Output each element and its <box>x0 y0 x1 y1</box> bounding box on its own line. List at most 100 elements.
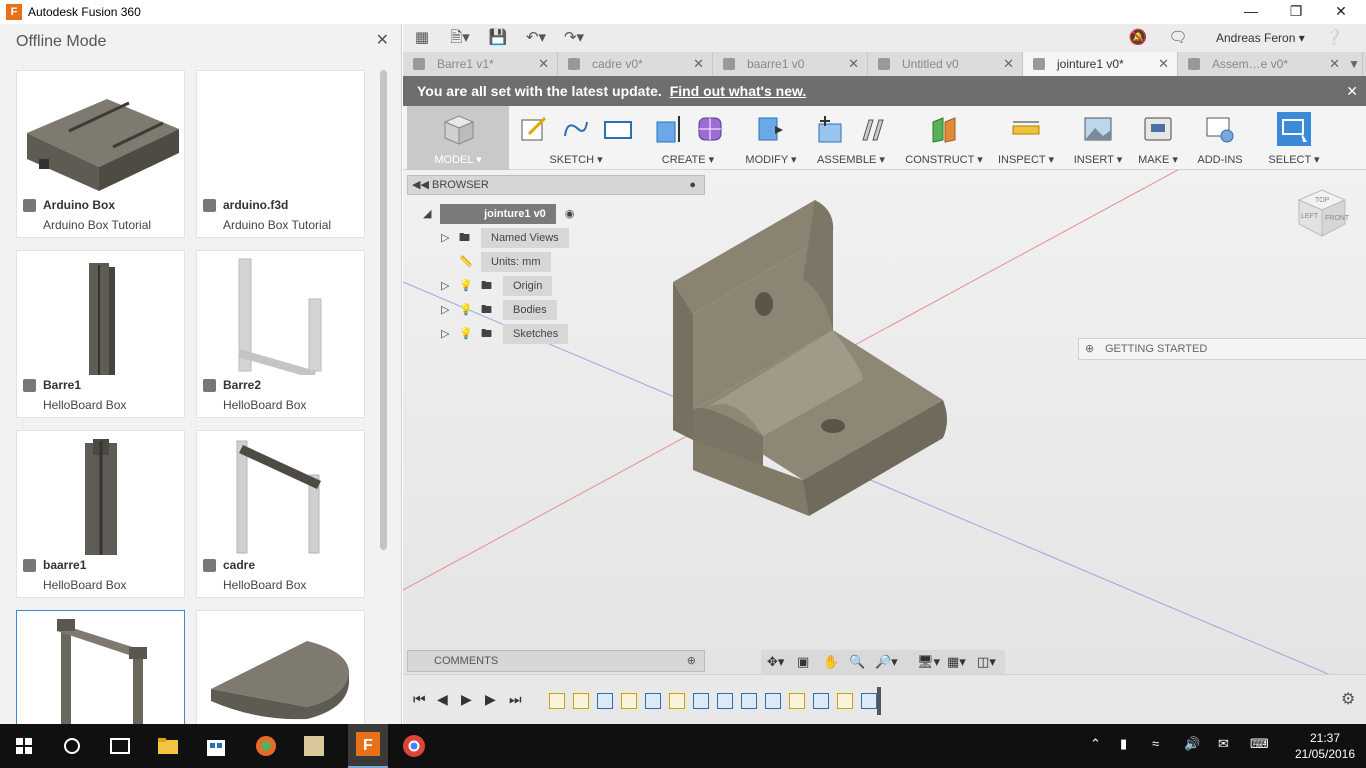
timeline-fillet-feature[interactable] <box>717 693 733 709</box>
offset-plane-icon[interactable] <box>929 114 959 144</box>
play-icon[interactable]: ▶ <box>461 691 472 708</box>
timeline-fillet-feature[interactable] <box>741 693 757 709</box>
timeline-settings-gear-icon[interactable]: ⚙ <box>1341 689 1355 709</box>
fusion-taskbar-button[interactable]: F <box>348 724 388 768</box>
timeline-extrude-feature[interactable] <box>597 693 613 709</box>
volume-icon[interactable]: 🔊 <box>1184 736 1200 752</box>
tab-untitled[interactable]: Untitled v0 ✕ <box>868 52 1023 76</box>
chrome-icon[interactable] <box>400 732 428 760</box>
browser-node-named-views[interactable]: ▷ 🖿 Named Views <box>441 228 569 248</box>
expand-arrow-icon[interactable]: ▷ <box>441 300 459 320</box>
close-banner-icon[interactable]: ✕ <box>1346 76 1358 106</box>
paint-app-icon[interactable] <box>252 732 280 760</box>
browser-pin-icon[interactable]: ● <box>689 176 696 194</box>
create-sketch-icon[interactable] <box>519 114 549 144</box>
user-menu[interactable]: Andreas Feron ▾ <box>1216 31 1305 45</box>
modify-menu[interactable]: MODIFY ▾ <box>739 106 803 170</box>
undo-icon[interactable]: ↶▾ <box>523 27 549 49</box>
design-card-selected[interactable] <box>16 610 185 724</box>
comments-panel[interactable]: COMMENTS ⊕ <box>407 650 705 672</box>
design-card[interactable] <box>196 610 365 724</box>
comments-icon[interactable]: 🗨 <box>1165 27 1191 49</box>
tab-jointure1[interactable]: jointure1 v0* ✕ <box>1023 52 1178 76</box>
windows-start-icon[interactable] <box>10 732 38 760</box>
getting-started-panel[interactable]: ⊕ GETTING STARTED <box>1078 338 1366 360</box>
viewports-icon[interactable]: ◫▾ <box>977 654 996 670</box>
select-menu[interactable]: SELECT ▾ <box>1265 106 1323 170</box>
data-panel-scrollbar[interactable] <box>380 70 387 550</box>
timeline-sketch-feature[interactable] <box>621 693 637 709</box>
help-icon[interactable]: ❔ <box>1321 27 1347 49</box>
form-icon[interactable] <box>695 114 725 144</box>
timeline-sketch-feature[interactable] <box>837 693 853 709</box>
zoom-icon[interactable]: 🔍 <box>849 654 865 670</box>
add-ins-menu[interactable]: ADD-INS <box>1193 106 1247 170</box>
close-tab-icon[interactable]: ✕ <box>848 52 859 76</box>
pan-icon[interactable]: ✋ <box>823 654 839 670</box>
tab-barre1[interactable]: Barre1 v1* ✕ <box>403 52 558 76</box>
close-panel-icon[interactable]: ✕ <box>376 30 389 50</box>
visibility-bulb-icon[interactable]: 💡 <box>459 300 481 320</box>
restore-button[interactable]: ❐ <box>1273 0 1319 24</box>
tab-baarre1[interactable]: baarre1 v0 ✕ <box>713 52 868 76</box>
insert-menu[interactable]: INSERT ▾ <box>1069 106 1127 170</box>
construct-menu[interactable]: CONSTRUCT ▾ <box>903 106 985 170</box>
design-card[interactable]: cadre HelloBoard Box <box>196 430 365 598</box>
design-card[interactable]: arduino.f3d Arduino Box Tutorial <box>196 70 365 238</box>
new-component-icon[interactable] <box>815 114 845 144</box>
arc-icon[interactable] <box>561 114 591 144</box>
file-menu-icon[interactable]: 🗎▾ <box>447 27 473 49</box>
keyboard-icon[interactable]: ⌨ <box>1250 736 1269 752</box>
timeline-sketch-feature[interactable] <box>573 693 589 709</box>
step-back-icon[interactable]: ◀ <box>437 691 448 708</box>
close-tab-icon[interactable]: ✕ <box>1158 52 1169 76</box>
expand-plus-icon[interactable]: ⊕ <box>1085 339 1094 359</box>
design-card[interactable]: Barre1 HelloBoard Box <box>16 250 185 418</box>
display-settings-icon[interactable]: 🖥▾ <box>917 654 940 670</box>
data-panel-grid-icon[interactable]: ▦ <box>409 27 435 49</box>
visibility-bulb-icon[interactable]: 💡 <box>459 324 481 344</box>
press-pull-icon[interactable] <box>755 114 785 144</box>
task-view-icon[interactable] <box>106 732 134 760</box>
create-menu[interactable]: CREATE ▾ <box>643 106 733 170</box>
3d-print-icon[interactable] <box>1143 114 1173 144</box>
design-card[interactable]: baarre1 HelloBoard Box <box>16 430 185 598</box>
go-to-end-icon[interactable]: ⏭ <box>509 691 522 708</box>
measure-icon[interactable] <box>1011 114 1041 144</box>
visibility-bulb-icon[interactable]: 💡 <box>459 276 481 296</box>
tab-cadre[interactable]: cadre v0* ✕ <box>558 52 713 76</box>
extrude-icon[interactable] <box>653 114 683 144</box>
orbit-icon[interactable]: ✥▾ <box>767 654 784 670</box>
browser-node-origin[interactable]: ▷ 💡 🖿 Origin <box>441 276 553 296</box>
map-app-icon[interactable] <box>300 732 328 760</box>
browser-node-sketches[interactable]: ▷ 💡 🖿 Sketches <box>441 324 569 344</box>
timeline-extrude-feature[interactable] <box>693 693 709 709</box>
timeline-sketch-feature[interactable] <box>549 693 565 709</box>
close-tab-icon[interactable]: ✕ <box>538 52 549 76</box>
cortana-search-icon[interactable] <box>58 732 86 760</box>
battery-icon[interactable]: ▮ <box>1120 736 1127 752</box>
whats-new-link[interactable]: Find out what's new. <box>670 83 807 99</box>
close-tab-icon[interactable]: ✕ <box>1329 52 1340 76</box>
show-hidden-icons-icon[interactable]: ⌃ <box>1090 736 1101 752</box>
tab-assembly[interactable]: Assem…e v0* ✕ ▼ <box>1178 52 1363 76</box>
notifications-off-icon[interactable]: 🔕 <box>1125 27 1151 49</box>
3d-viewport[interactable]: TOP LEFT FRONT ◀◀ BROWSER ● ◢ jointure1 … <box>403 170 1366 674</box>
wifi-icon[interactable]: ≈ <box>1152 736 1159 751</box>
browser-root-node[interactable]: ◢ jointure1 v0 ◉ <box>423 204 574 224</box>
design-card[interactable]: Arduino Box Arduino Box Tutorial <box>16 70 185 238</box>
timeline-extrude-feature[interactable] <box>645 693 661 709</box>
expand-arrow-icon[interactable]: ▷ <box>441 228 459 248</box>
collapse-arrow-icon[interactable]: ◢ <box>423 204 437 224</box>
redo-icon[interactable]: ↷▾ <box>561 27 587 49</box>
expand-arrow-icon[interactable]: ▷ <box>441 276 459 296</box>
make-menu[interactable]: MAKE ▾ <box>1131 106 1185 170</box>
timeline-sketch-feature[interactable] <box>789 693 805 709</box>
browser-node-units[interactable]: 📏 Units: mm <box>459 252 551 272</box>
store-icon[interactable] <box>202 732 230 760</box>
timeline-fillet-feature[interactable] <box>765 693 781 709</box>
select-icon[interactable] <box>1277 112 1311 146</box>
timeline-hole-feature[interactable] <box>813 693 829 709</box>
joint-icon[interactable] <box>857 114 887 144</box>
zoom-window-icon[interactable]: 🔎▾ <box>875 654 898 670</box>
